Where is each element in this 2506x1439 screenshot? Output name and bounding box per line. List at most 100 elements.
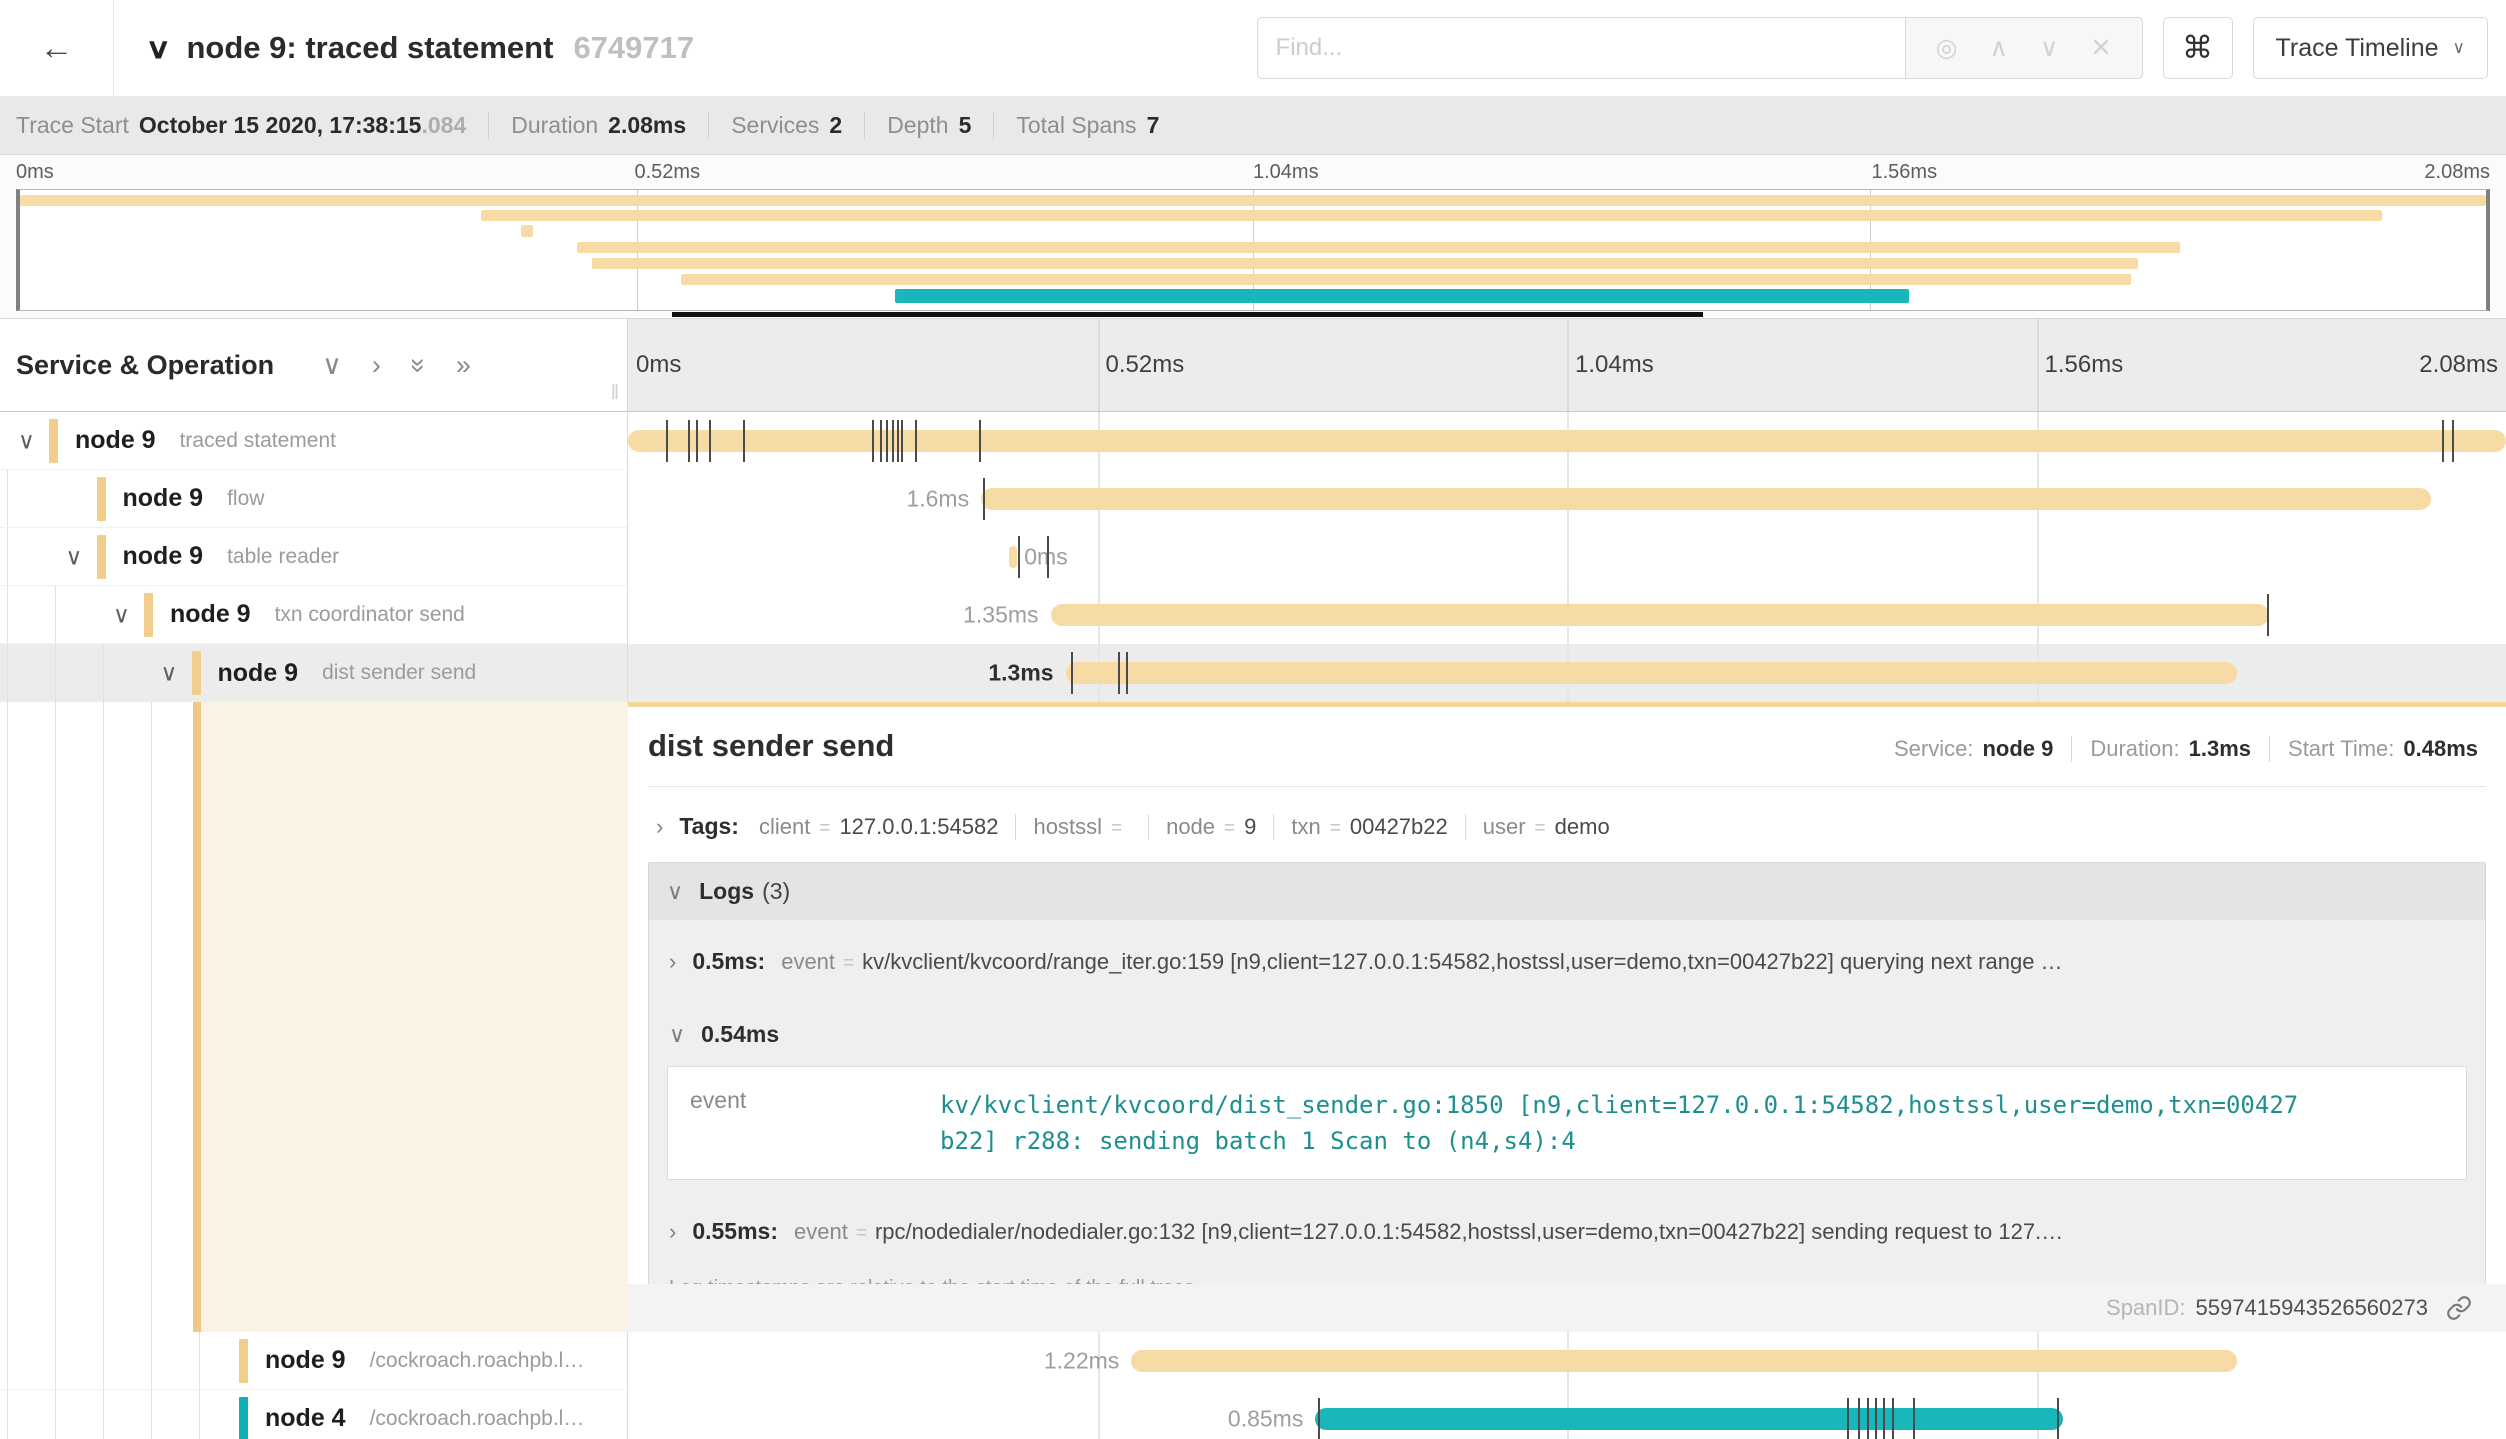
logs-count: (3): [762, 878, 790, 905]
expand-one-icon[interactable]: ›: [372, 352, 381, 379]
span-row[interactable]: ∨ node 9 dist sender send 1.3ms: [0, 644, 2506, 702]
span-bar[interactable]: [1009, 546, 1017, 568]
span-bar[interactable]: [1051, 604, 2270, 626]
deep-link-icon[interactable]: [2446, 1295, 2472, 1321]
span-collapse-chevron[interactable]: ∨: [161, 660, 178, 687]
span-bar[interactable]: [1315, 1408, 2062, 1430]
log-entry-expanded-header[interactable]: ∨ 0.54ms: [667, 997, 2467, 1056]
span-bar[interactable]: [1131, 1350, 2237, 1372]
span-name-cell[interactable]: node 9 flow: [0, 470, 628, 528]
log-marker-tick: [2442, 420, 2444, 462]
keyboard-shortcuts-button[interactable]: ⌘: [2163, 17, 2233, 79]
ruler-tick-label: 1.56ms: [2045, 351, 2124, 379]
span-bar[interactable]: [981, 488, 2431, 510]
span-service-name: node 9: [75, 426, 156, 455]
tags-accordion[interactable]: › Tags: client = 127.0.0.1:54582 hostssl…: [648, 813, 2486, 840]
span-operation-name: /cockroach.roachpb.l…: [370, 1349, 585, 1373]
chevron-down-icon: ∨: [669, 1022, 685, 1048]
tag-key: txn: [1291, 814, 1320, 840]
span-collapse-chevron[interactable]: ∨: [113, 601, 130, 628]
tags-label: Tags:: [679, 813, 739, 840]
span-name-inner: node 9 dist sender send: [0, 644, 627, 702]
tag-equals: =: [819, 818, 830, 840]
find-prev-icon[interactable]: ∧: [1990, 33, 2008, 63]
span-row[interactable]: node 9 flow 1.6ms: [0, 470, 2506, 528]
span-bar[interactable]: [1066, 662, 2238, 684]
span-timeline-cell[interactable]: 1.3ms: [628, 644, 2506, 702]
log-marker-tick: [688, 420, 690, 462]
log-entry[interactable]: › 0.5ms: event = kv/kvclient/kvcoord/ran…: [667, 924, 2467, 997]
tag-items: client = 127.0.0.1:54582 hostssl = node …: [759, 814, 1627, 840]
tag-key: node: [1166, 814, 1215, 840]
log-marker-tick: [897, 420, 899, 462]
collapse-all-icon[interactable]: »: [405, 357, 432, 372]
span-timeline-cell[interactable]: 0ms: [628, 528, 2506, 586]
span-timeline-cell[interactable]: [628, 412, 2506, 470]
span-name-cell[interactable]: node 4 /cockroach.roachpb.l…: [0, 1390, 628, 1439]
span-timeline-cell[interactable]: 0.85ms: [628, 1390, 2506, 1439]
find-group: ◎ ∧ ∨ ✕: [1257, 17, 2143, 79]
logs-accordion-header[interactable]: ∨ Logs (3): [649, 863, 2485, 920]
span-row[interactable]: ∨ node 9 table reader 0ms: [0, 528, 2506, 586]
ruler-tick-label: 0ms: [636, 351, 681, 379]
span-name-cell[interactable]: ∨ node 9 dist sender send: [0, 644, 628, 702]
indent-guide: [199, 1332, 200, 1389]
span-name-cell[interactable]: ∨ node 9 table reader: [0, 528, 628, 586]
span-id-row: SpanID: 5597415943526560273: [628, 1284, 2506, 1332]
span-collapse-chevron[interactable]: ∨: [18, 427, 35, 454]
indent-guide: [151, 1390, 152, 1439]
span-row[interactable]: node 9 /cockroach.roachpb.l… 1.22ms: [0, 1332, 2506, 1390]
log-field-key: event: [794, 1219, 848, 1245]
trace-collapse-icon[interactable]: ∨: [145, 32, 171, 65]
trace-view-selector[interactable]: Trace Timeline ∨: [2253, 17, 2488, 79]
span-collapse-chevron[interactable]: ∨: [66, 543, 83, 570]
log-marker-tick: [1913, 1398, 1915, 1439]
timeline-grid-header: Service & Operation ∨ › » » ‖ 0ms0.52ms1…: [0, 318, 2506, 412]
chevron-right-icon: ›: [656, 814, 663, 840]
find-clear-icon[interactable]: ✕: [2090, 33, 2111, 63]
span-row[interactable]: ∨ node 9 txn coordinator send 1.35ms: [0, 586, 2506, 644]
span-row[interactable]: ∨ node 9 traced statement: [0, 412, 2506, 470]
collapse-one-icon[interactable]: ∨: [322, 352, 342, 379]
expand-all-icon[interactable]: »: [456, 352, 471, 379]
minimap-span-bar: [20, 195, 2486, 206]
span-service-name: node 9: [170, 600, 251, 629]
ruler-gridline: [1567, 319, 1569, 411]
minimap-canvas[interactable]: [16, 189, 2490, 311]
span-row[interactable]: node 4 /cockroach.roachpb.l… 0.85ms: [0, 1390, 2506, 1439]
locate-icon[interactable]: ◎: [1936, 33, 1958, 63]
find-next-icon[interactable]: ∨: [2040, 33, 2058, 63]
log-marker-tick: [1047, 536, 1049, 578]
top-bar: ← ∨ node 9: traced statement 6749717 ◎ ∧…: [0, 0, 2506, 96]
indent-guide: [7, 1332, 8, 1389]
span-service-name: node 9: [218, 659, 299, 688]
span-name-cell[interactable]: ∨ node 9 txn coordinator send: [0, 586, 628, 644]
span-operation-name: traced statement: [180, 429, 336, 453]
log-marker-tick: [1892, 1398, 1894, 1439]
trace-minimap: 0ms0.52ms1.04ms1.56ms2.08ms: [0, 155, 2506, 318]
log-marker-tick: [1126, 652, 1128, 694]
back-button[interactable]: ←: [0, 0, 114, 96]
column-resizer[interactable]: ‖: [611, 382, 619, 405]
span-duration-label: 0.85ms: [1228, 1406, 1303, 1433]
span-bar[interactable]: [628, 430, 2506, 452]
indent-guide: [55, 702, 56, 1332]
span-operation-name: table reader: [227, 545, 339, 569]
indent-guide: [103, 644, 104, 702]
detail-start-time: Start Time: 0.48ms: [2269, 736, 2486, 762]
span-name-cell[interactable]: ∨ node 9 traced statement: [0, 412, 628, 470]
span-timeline-cell[interactable]: 1.35ms: [628, 586, 2506, 644]
detail-duration: Duration: 1.3ms: [2071, 736, 2269, 762]
span-timeline-cell[interactable]: 1.22ms: [628, 1332, 2506, 1390]
indent-guide: [55, 1332, 56, 1389]
minimap-scrubber[interactable]: [672, 312, 1704, 317]
span-timeline-cell[interactable]: 1.6ms: [628, 470, 2506, 528]
find-input[interactable]: [1257, 17, 1905, 79]
indent-guide: [7, 702, 8, 1332]
log-marker-tick: [1071, 652, 1073, 694]
span-name-cell[interactable]: node 9 /cockroach.roachpb.l…: [0, 1332, 628, 1390]
tag-item: txn = 00427b22: [1273, 814, 1464, 840]
log-entry[interactable]: › 0.55ms: event = rpc/nodedialer/nodedia…: [667, 1194, 2467, 1267]
log-equals: =: [843, 953, 854, 975]
detail-service-value: node 9: [1982, 736, 2053, 762]
